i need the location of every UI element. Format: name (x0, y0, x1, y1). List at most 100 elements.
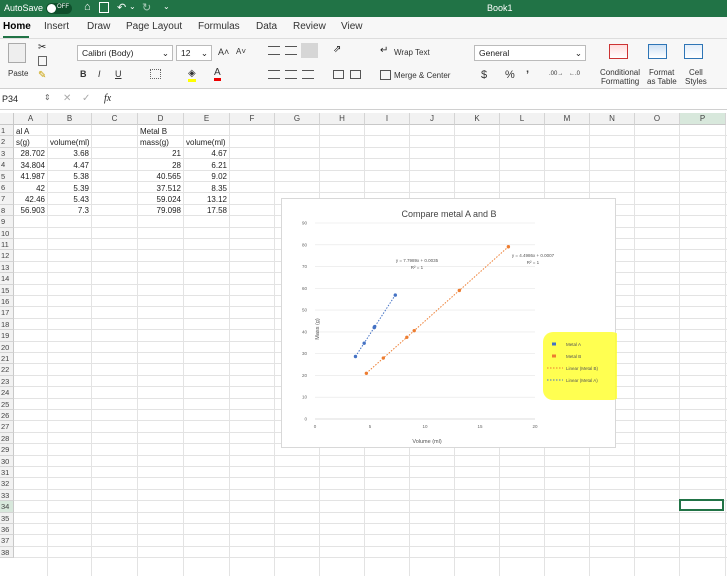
tab-draw[interactable]: Draw (87, 21, 110, 32)
column-header-K[interactable]: K (455, 113, 500, 125)
row-header-22[interactable]: 22 (0, 364, 14, 376)
row-header-21[interactable]: 21 (0, 353, 14, 365)
increase-indent-icon[interactable] (350, 70, 361, 79)
column-header-N[interactable]: N (590, 113, 635, 125)
underline-button[interactable]: U (115, 69, 122, 79)
merge-center-button[interactable]: Merge & Center (394, 71, 450, 80)
row-header-11[interactable]: 11 (0, 239, 14, 251)
cell-D3[interactable]: 21 (140, 148, 181, 159)
row-header-12[interactable]: 12 (0, 250, 14, 262)
home-icon[interactable]: ⌂ (84, 1, 91, 13)
cell-A4[interactable]: 34.804 (16, 160, 45, 171)
number-format-select[interactable]: General ⌄ (474, 45, 586, 61)
cell-D8[interactable]: 79.098 (140, 205, 181, 216)
increase-decimal-button[interactable]: .00→ (549, 71, 563, 77)
cell-D6[interactable]: 37.512 (140, 183, 181, 194)
row-header-27[interactable]: 27 (0, 421, 14, 433)
cell-B5[interactable]: 5.38 (50, 171, 89, 182)
decrease-indent-icon[interactable] (333, 70, 344, 79)
comma-button[interactable]: ’ (526, 69, 529, 81)
cut-icon[interactable]: ✂ (38, 42, 46, 53)
align-center-icon[interactable] (285, 70, 297, 79)
grow-font-button[interactable]: A˄ (218, 47, 229, 57)
cell-E3[interactable]: 4.67 (186, 148, 227, 159)
tab-review[interactable]: Review (293, 21, 326, 32)
formula-input[interactable] (125, 94, 715, 106)
percent-button[interactable]: % (505, 69, 515, 81)
align-top-icon[interactable] (268, 46, 280, 55)
select-all-corner[interactable] (0, 113, 14, 125)
font-color-icon[interactable]: A (214, 67, 221, 81)
format-as-table-icon[interactable] (648, 44, 667, 59)
row-header-3[interactable]: 3 (0, 147, 14, 160)
selected-cell-P34[interactable] (679, 499, 724, 511)
column-header-C[interactable]: C (92, 113, 138, 125)
row-header-18[interactable]: 18 (0, 318, 14, 331)
cell-E4[interactable]: 6.21 (186, 160, 227, 171)
cell-B6[interactable]: 5.39 (50, 183, 89, 194)
column-header-B[interactable]: B (48, 113, 92, 125)
column-header-I[interactable]: I (365, 113, 410, 125)
tab-data[interactable]: Data (256, 21, 277, 32)
shrink-font-button[interactable]: A˅ (236, 47, 246, 56)
chart[interactable]: Compare metal A and B Volume (ml) Mass (… (281, 198, 622, 448)
cell-A3[interactable]: 28.702 (16, 148, 45, 159)
row-header-2[interactable]: 2 (0, 136, 14, 148)
italic-button[interactable]: I (98, 69, 101, 79)
cell-D1[interactable]: Metal B (140, 126, 181, 137)
align-middle-icon[interactable] (285, 46, 297, 55)
column-header-D[interactable]: D (138, 113, 184, 125)
font-name-select[interactable]: Calibri (Body) ⌄ (77, 45, 173, 61)
column-header-O[interactable]: O (635, 113, 680, 125)
conditional-formatting-icon[interactable] (609, 44, 628, 59)
row-header-16[interactable]: 16 (0, 296, 14, 308)
row-header-23[interactable]: 23 (0, 375, 14, 388)
cell-E2[interactable]: volume(ml) (186, 137, 227, 148)
column-header-P[interactable]: P (680, 113, 726, 125)
undo-dropdown-icon[interactable]: ⌄ (129, 2, 136, 11)
cell-A7[interactable]: 42.46 (16, 194, 45, 205)
redo-icon[interactable]: ↻ (142, 1, 151, 14)
row-header-29[interactable]: 29 (0, 444, 14, 456)
cell-B3[interactable]: 3.68 (50, 148, 89, 159)
align-left-icon[interactable] (268, 70, 280, 79)
cancel-icon[interactable]: ✕ (63, 93, 71, 104)
column-header-L[interactable]: L (500, 113, 545, 125)
tab-view[interactable]: View (341, 21, 363, 32)
undo-icon[interactable]: ↶ (117, 1, 126, 14)
enter-icon[interactable]: ✓ (82, 93, 90, 104)
cell-B8[interactable]: 7.3 (50, 205, 89, 216)
tab-page-layout[interactable]: Page Layout (126, 21, 182, 32)
cell-D5[interactable]: 40.565 (140, 171, 181, 182)
cell-E6[interactable]: 8.35 (186, 183, 227, 194)
orientation-icon[interactable]: ⇗ (333, 44, 341, 55)
row-header-15[interactable]: 15 (0, 284, 14, 296)
autosave-toggle[interactable]: OFF (46, 3, 72, 14)
cell-D2[interactable]: mass(g) (140, 137, 181, 148)
tab-home[interactable]: Home (3, 21, 31, 32)
currency-button[interactable]: $ (481, 69, 487, 81)
cell-D4[interactable]: 28 (140, 160, 181, 171)
cell-A1[interactable]: al A (16, 126, 45, 137)
cell-styles-icon[interactable] (684, 44, 703, 59)
row-header-7[interactable]: 7 (0, 193, 14, 205)
row-header-34[interactable]: 34 (0, 501, 14, 513)
row-header-28[interactable]: 28 (0, 432, 14, 445)
row-header-14[interactable]: 14 (0, 273, 14, 285)
cell-A8[interactable]: 56.903 (16, 205, 45, 216)
format-painter-icon[interactable]: ✎ (38, 70, 46, 81)
row-header-17[interactable]: 17 (0, 307, 14, 319)
row-header-6[interactable]: 6 (0, 182, 14, 194)
customize-toolbar-icon[interactable]: ⌄ (163, 2, 170, 11)
wrap-text-button[interactable]: Wrap Text (394, 48, 430, 57)
cell-B7[interactable]: 5.43 (50, 194, 89, 205)
column-header-E[interactable]: E (184, 113, 230, 125)
cell-B2[interactable]: volume(ml) (50, 137, 89, 148)
column-header-M[interactable]: M (545, 113, 590, 125)
cell-E7[interactable]: 13.12 (186, 194, 227, 205)
row-header-19[interactable]: 19 (0, 330, 14, 342)
font-size-select[interactable]: 12 ⌄ (176, 45, 212, 61)
row-header-32[interactable]: 32 (0, 478, 14, 490)
paste-icon[interactable] (8, 43, 26, 63)
row-header-10[interactable]: 10 (0, 227, 14, 239)
